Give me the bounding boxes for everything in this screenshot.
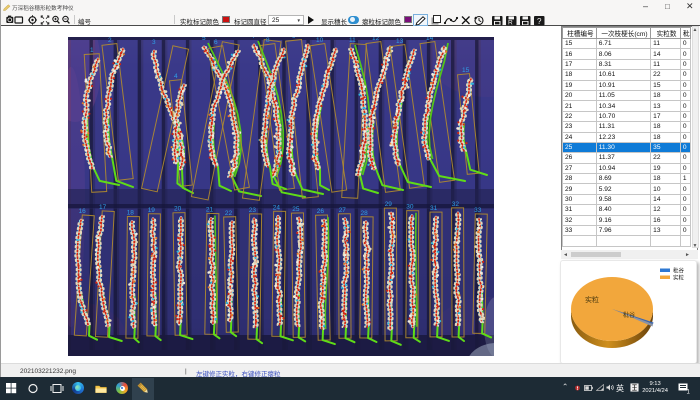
svg-text:33: 33 [474, 207, 482, 214]
svg-text:1: 1 [90, 47, 94, 54]
svg-text:25: 25 [292, 206, 300, 213]
svg-text:实粒: 实粒 [673, 274, 685, 282]
svg-text:1: 1 [687, 390, 691, 395]
svg-text:11: 11 [349, 37, 356, 44]
svg-text:3: 3 [152, 39, 156, 46]
svg-text:22: 22 [225, 210, 233, 217]
svg-text:27: 27 [339, 207, 347, 214]
svg-text:16: 16 [79, 208, 87, 215]
svg-text:21: 21 [206, 207, 214, 214]
svg-text:15: 15 [462, 67, 470, 74]
svg-text:23: 23 [249, 207, 257, 214]
svg-text:17: 17 [99, 204, 107, 211]
svg-text:5: 5 [202, 37, 206, 42]
svg-text:26: 26 [317, 208, 325, 215]
svg-text:28: 28 [361, 210, 369, 217]
svg-text:10: 10 [316, 37, 324, 44]
svg-text:R: R [508, 20, 513, 26]
svg-text:7: 7 [252, 37, 256, 40]
svg-text:?: ? [537, 17, 542, 26]
svg-text:9: 9 [292, 37, 296, 40]
svg-text:18: 18 [127, 210, 135, 217]
svg-text:32: 32 [452, 201, 460, 208]
svg-text:31: 31 [430, 205, 438, 212]
svg-text:14: 14 [426, 37, 434, 42]
svg-text:24: 24 [273, 204, 281, 211]
svg-text:6: 6 [214, 39, 218, 46]
svg-text:29: 29 [385, 201, 393, 208]
svg-text:秕谷: 秕谷 [673, 267, 685, 275]
svg-text:19: 19 [148, 207, 156, 214]
svg-text:4: 4 [174, 73, 178, 80]
svg-text:实粒: 实粒 [585, 295, 599, 304]
svg-text:20: 20 [174, 206, 182, 213]
svg-text:12: 12 [372, 37, 380, 42]
svg-text:30: 30 [406, 204, 414, 211]
svg-text:2: 2 [108, 37, 112, 44]
svg-text:8: 8 [266, 37, 270, 44]
svg-text:13: 13 [396, 38, 404, 45]
svg-text:秕谷: 秕谷 [623, 311, 635, 319]
